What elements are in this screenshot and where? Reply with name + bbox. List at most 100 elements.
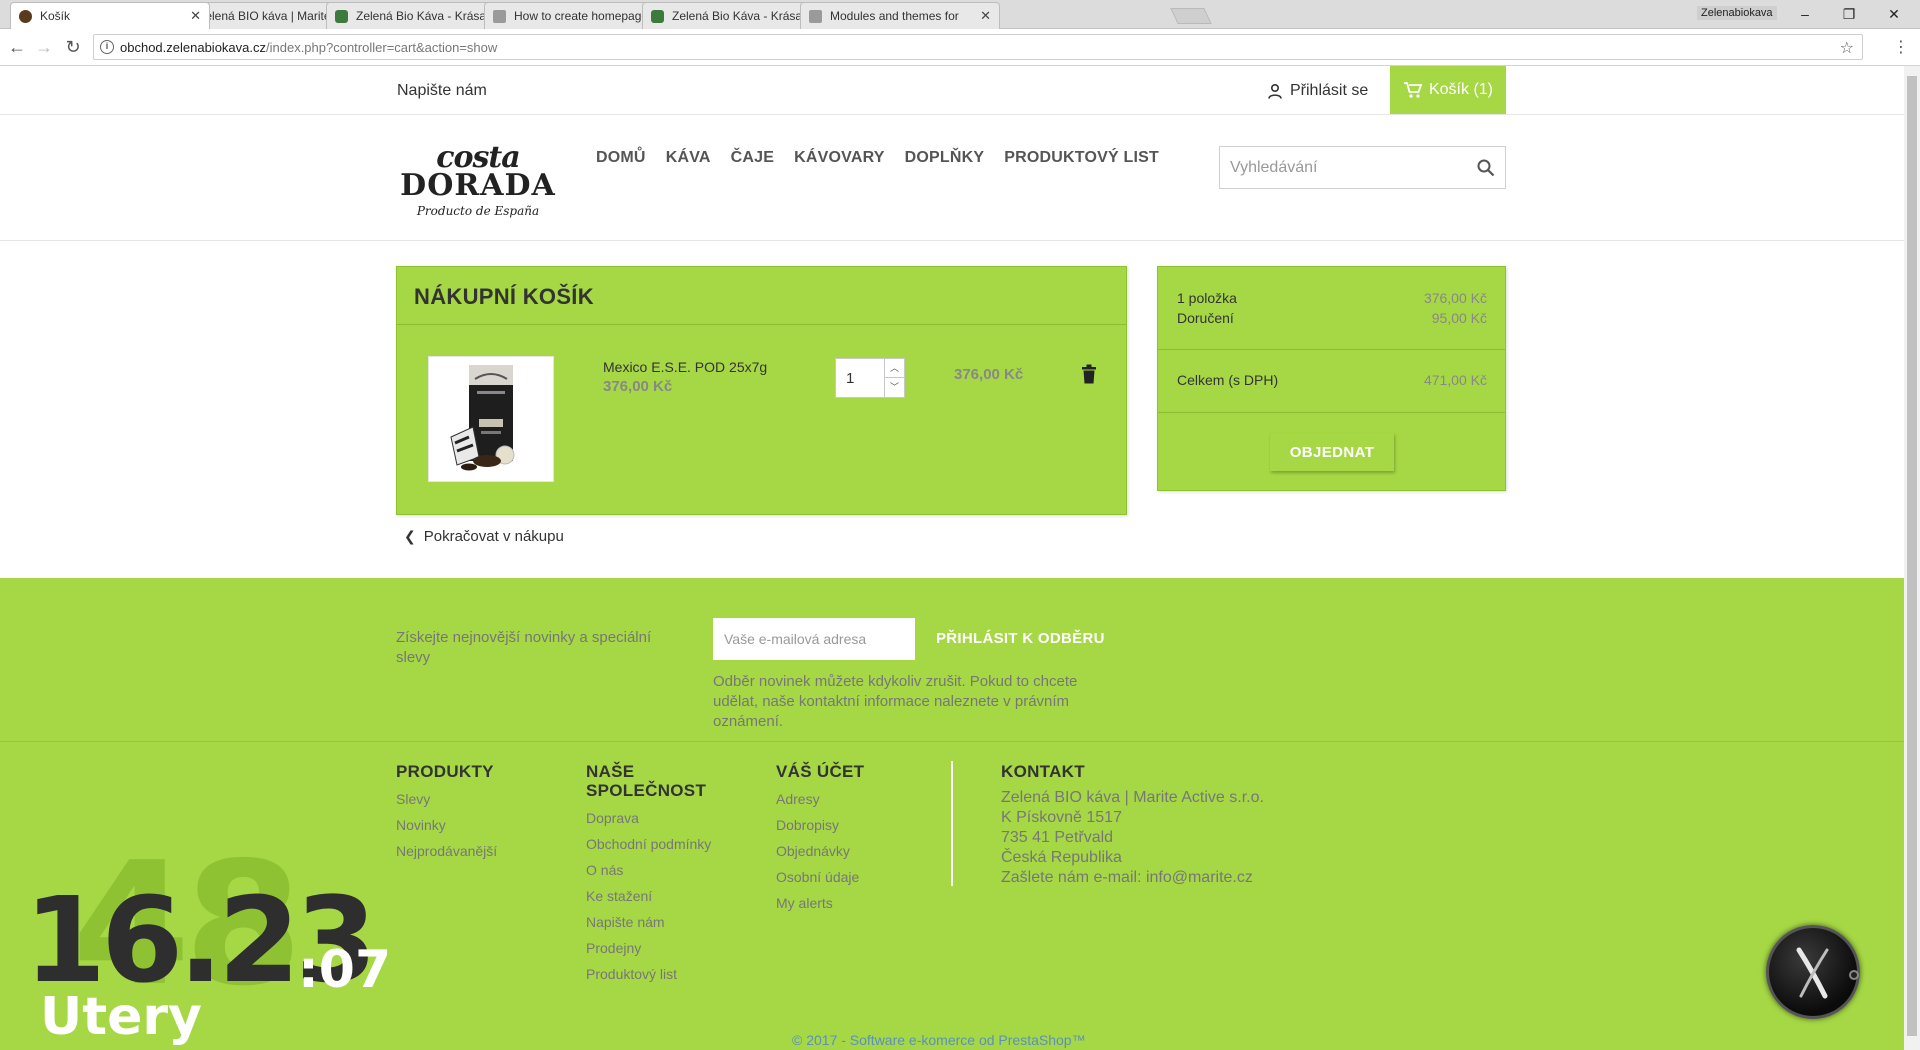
address-bar[interactable]: i obchod.zelenabiokava.cz/index.php?cont…: [93, 34, 1863, 60]
footer-link-doprava[interactable]: Doprava: [586, 809, 711, 828]
newsletter-note: Odběr novinek můžete kdykoliv zrušit. Po…: [713, 673, 1078, 730]
shopping-cart-icon: [1403, 82, 1423, 98]
summary-total-row: Celkem (s DPH) 471,00 Kč: [1177, 372, 1487, 388]
footer-link-produktovy-list[interactable]: Produktový list: [586, 965, 711, 984]
page-scrollbar[interactable]: [1904, 66, 1920, 1050]
footer-link-o-nas[interactable]: O nás: [586, 861, 711, 880]
menu-item-kava[interactable]: KÁVA: [666, 149, 711, 167]
new-tab-button[interactable]: [1170, 8, 1212, 24]
contact-country: Česká Republika: [1001, 849, 1122, 866]
web-page: Napište nám Přihlásit se Košík (1) costa…: [0, 66, 1904, 1050]
close-icon[interactable]: ✕: [980, 8, 991, 24]
newsletter-subscribe-button[interactable]: PŘIHLÁSIT K ODBĚRU: [936, 630, 1105, 647]
cart-button[interactable]: Košík (1): [1390, 66, 1506, 114]
logo-tagline: Producto de España: [416, 204, 540, 218]
shopping-cart-panel: NÁKUPNÍ KOŠÍK Mexico E.S.E. POD 25x7g 37…: [396, 266, 1127, 515]
wrench-icon: [809, 9, 822, 23]
summary-total-value: 471,00 Kč: [1423, 372, 1487, 388]
tab-modules-and-themes[interactable]: Modules and themes for ✕: [800, 2, 1000, 29]
summary-shipping-value: 95,00 Kč: [1431, 310, 1487, 326]
summary-shipping-label: Doručení: [1177, 310, 1234, 326]
contact-email[interactable]: Zašlete nám e-mail: info@marite.cz: [1001, 868, 1264, 888]
quantity-input[interactable]: [836, 359, 884, 397]
summary-items-value: 376,00 Kč: [1423, 290, 1487, 306]
footer-link-novinky[interactable]: Novinky: [396, 816, 497, 835]
product-image[interactable]: [428, 356, 554, 482]
newsletter-text: Získejte nejnovější novinky a speciální …: [396, 629, 652, 666]
divider: [397, 324, 1126, 325]
footer-link-my-alerts[interactable]: My alerts: [776, 894, 864, 913]
product-name[interactable]: Mexico E.S.E. POD 25x7g: [603, 359, 767, 375]
cart-title: NÁKUPNÍ KOŠÍK: [414, 284, 594, 309]
login-label: Přihlásit se: [1290, 82, 1369, 99]
footer-link-prodejny[interactable]: Prodejny: [586, 939, 711, 958]
browser-menu-icon[interactable]: ⋮: [1893, 37, 1909, 57]
order-button[interactable]: OBJEDNAT: [1270, 433, 1394, 471]
menu-item-doplnky[interactable]: DOPLŇKY: [905, 149, 985, 167]
menu-item-domu[interactable]: DOMŮ: [596, 149, 646, 167]
newsletter-email-input[interactable]: [713, 618, 915, 660]
info-icon[interactable]: i: [100, 40, 114, 54]
contact-us-link[interactable]: Napište nám: [397, 82, 487, 100]
footer-column-nase-spolecnost: NAŠE SPOLEČNOST Doprava Obchodní podmínk…: [586, 762, 711, 984]
summary-shipping-row: Doručení 95,00 Kč: [1177, 310, 1487, 326]
tab-title: Modules and themes for: [830, 9, 959, 23]
url-path: /index.php?controller=cart&action=show: [266, 40, 498, 55]
tab-title: How to create homepage: [514, 9, 649, 23]
search-icon[interactable]: [1477, 159, 1495, 177]
scrollbar-thumb[interactable]: [1907, 76, 1917, 1036]
footer-link-slevy[interactable]: Slevy: [396, 790, 497, 809]
footer-link-napiste-nam[interactable]: Napište nám: [586, 913, 711, 932]
footer-link-osobni-udaje[interactable]: Osobní údaje: [776, 868, 864, 887]
line-total: 376,00 Kč: [954, 366, 1024, 383]
close-icon[interactable]: ✕: [190, 8, 201, 24]
close-window-icon[interactable]: ✕: [1874, 3, 1914, 25]
footer-column-produkty: PRODUKTY Slevy Novinky Nejprodávanější: [396, 762, 497, 861]
quantity-stepper: ︿ ﹀: [835, 358, 905, 398]
login-link[interactable]: Přihlásit se: [1268, 82, 1368, 100]
footer-link-objednavky[interactable]: Objednávky: [776, 842, 864, 861]
minimize-icon[interactable]: –: [1785, 3, 1825, 25]
footer-link-adresy[interactable]: Adresy: [776, 790, 864, 809]
coffee-bean-icon: [19, 9, 32, 23]
menu-item-produktovy-list[interactable]: PRODUKTOVÝ LIST: [1004, 149, 1159, 167]
footer-link-obchodni-podminky[interactable]: Obchodní podmínky: [586, 835, 711, 854]
contact-city: 735 41 Petřvald: [1001, 829, 1114, 846]
chevron-up-icon[interactable]: ︿: [884, 359, 904, 378]
copyright-link[interactable]: © 2017 - Software e-komerce od PrestaSho…: [792, 1032, 1086, 1048]
tab-title: Zelená BIO káva | Marite: [198, 9, 331, 23]
tab-title: Košík: [40, 9, 71, 23]
shield-icon: [335, 9, 348, 23]
x-icon: [1796, 947, 1829, 999]
search-input[interactable]: [1220, 147, 1460, 188]
tab-kosik[interactable]: Košík ✕: [10, 2, 210, 29]
footer-link-ke-stazeni[interactable]: Ke stažení: [586, 887, 711, 906]
url-text[interactable]: obchod.zelenabiokava.cz/index.php?contro…: [120, 40, 497, 55]
summary-items-label: 1 položka: [1177, 290, 1237, 306]
search-box: [1219, 146, 1506, 189]
trash-icon[interactable]: [1081, 364, 1097, 384]
bookmark-star-icon[interactable]: ☆: [1840, 38, 1854, 58]
reload-icon[interactable]: ↻: [62, 37, 84, 57]
x-launcher-icon[interactable]: [1766, 925, 1860, 1019]
restore-icon[interactable]: ❐: [1829, 3, 1869, 25]
coffee-box-image: [450, 365, 515, 471]
footer-column-kontakt: KONTAKT Zelená BIO káva | Marite Active …: [1001, 762, 1264, 888]
footer-link-dobropisy[interactable]: Dobropisy: [776, 816, 864, 835]
chevron-down-icon[interactable]: ﹀: [884, 378, 904, 397]
cart-summary-panel: 1 položka 376,00 Kč Doručení 95,00 Kč Ce…: [1157, 266, 1506, 491]
back-icon[interactable]: ←: [6, 37, 28, 57]
footer-heading: KONTAKT: [1001, 762, 1085, 781]
main-menu: DOMŮ KÁVA ČAJE KÁVOVARY DOPLŇKY PRODUKTO…: [596, 149, 1179, 167]
site-header: costa DORADA Producto de España DOMŮ KÁV…: [0, 116, 1904, 241]
costa-dorada-logo[interactable]: costa DORADA Producto de España: [396, 143, 560, 224]
forward-icon[interactable]: →: [33, 37, 55, 57]
menu-item-kavovary[interactable]: KÁVOVARY: [794, 149, 885, 167]
continue-shopping-link[interactable]: ❮ Pokračovat v nákupu: [404, 528, 564, 545]
contact-street: K Pískovně 1517: [1001, 809, 1122, 826]
footer-link-nejprodavanejsi[interactable]: Nejprodávanější: [396, 842, 497, 861]
menu-item-caje[interactable]: ČAJE: [731, 149, 774, 167]
divider: [951, 761, 953, 886]
shield-icon: [651, 9, 664, 23]
profile-name[interactable]: Zelenabiokava: [1697, 6, 1777, 20]
